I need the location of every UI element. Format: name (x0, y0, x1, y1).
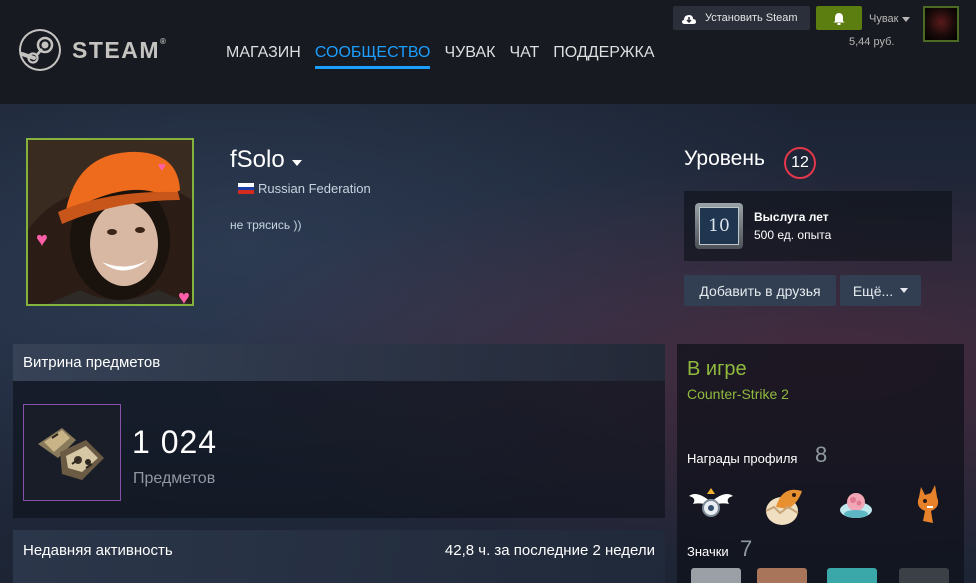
badges-count[interactable]: 7 (740, 536, 752, 562)
badge-thumbnail[interactable] (691, 568, 741, 583)
recent-activity-hours: 42,8 ч. за последние 2 недели (444, 542, 655, 559)
years-value: 10 (699, 207, 739, 245)
persona-name: fSolo (230, 146, 285, 173)
years-of-service-icon: 10 (695, 203, 743, 249)
install-steam-label: Установить Steam (705, 12, 798, 24)
featured-badge[interactable]: 10 Выслуга лет 500 ед. опыта (684, 191, 952, 261)
heart-icon: ♥ (158, 159, 166, 174)
current-game[interactable]: Counter-Strike 2 (687, 386, 789, 402)
download-icon (682, 15, 696, 24)
russia-flag-icon (238, 183, 254, 195)
profile-avatar: ♥ ♥ ♥ (26, 138, 194, 306)
nav-chat[interactable]: ЧАТ (509, 44, 539, 69)
award-brain-jar-icon[interactable] (832, 480, 880, 528)
badge-thumbnail[interactable] (827, 568, 877, 583)
recent-activity-title: Недавняя активность (23, 542, 173, 559)
profile-location: Russian Federation (238, 181, 371, 196)
heart-icon: ♥ (178, 287, 190, 306)
persona-name-menu[interactable]: fSolo (230, 146, 302, 174)
heart-icon: ♥ (36, 229, 48, 251)
logo-text: STEAM® (72, 36, 168, 63)
item-count[interactable]: 1 024 (132, 424, 217, 461)
profile-sidebar: В игре Counter-Strike 2 Награды профиля … (677, 344, 964, 583)
award-fox-icon[interactable] (903, 480, 951, 528)
item-showcase: Витрина предметов 1 024 Предметов (13, 344, 665, 518)
item-count-label: Предметов (133, 470, 216, 487)
badges-label[interactable]: Значки (687, 544, 729, 559)
recent-activity-header: Недавняя активность 42,8 ч. за последние… (13, 530, 665, 583)
global-header: STEAM® МАГАЗИН СООБЩЕСТВО ЧУВАК ЧАТ ПОДД… (0, 0, 976, 104)
awards-label[interactable]: Награды профиля (687, 451, 797, 466)
badge-thumbnail[interactable] (899, 568, 949, 583)
award-dragon-egg-icon[interactable] (761, 480, 809, 528)
showcase-title: Витрина предметов (13, 344, 665, 381)
badge-name: Выслуга лет (754, 210, 829, 224)
main-nav: МАГАЗИН СООБЩЕСТВО ЧУВАК ЧАТ ПОДДЕРЖКА (226, 44, 669, 69)
showcase-item[interactable] (23, 404, 121, 501)
profile-summary: не трясись )) (230, 218, 302, 232)
chevron-down-icon (902, 16, 911, 22)
header-avatar[interactable] (923, 6, 959, 42)
awards-count[interactable]: 8 (815, 442, 827, 468)
add-friend-button[interactable]: Добавить в друзья (684, 275, 836, 306)
chevron-down-icon (900, 288, 909, 293)
award-winged-medal-icon[interactable] (687, 480, 735, 528)
more-label: Ещё... (852, 282, 894, 299)
account-name: Чувак (869, 13, 899, 25)
bell-icon (833, 12, 845, 25)
nav-store[interactable]: МАГАЗИН (226, 44, 301, 69)
avatar-image (28, 140, 192, 304)
steam-logo[interactable]: STEAM® (18, 28, 167, 72)
account-menu[interactable]: Чувак (869, 13, 911, 25)
chevron-down-icon (291, 160, 302, 166)
nav-profile[interactable]: ЧУВАК (444, 44, 495, 69)
badge-thumbnail[interactable] (757, 568, 807, 583)
badge-xp: 500 ед. опыта (754, 228, 832, 242)
online-status: В игре (687, 358, 747, 380)
level-label: Уровень (684, 147, 765, 170)
gloves-icon (38, 427, 104, 480)
country-name: Russian Federation (258, 181, 371, 196)
more-button[interactable]: Ещё... (840, 275, 921, 306)
wallet-balance: 5,44 руб. (849, 36, 895, 48)
level-badge[interactable]: 12 (784, 147, 816, 179)
notifications-button[interactable] (816, 6, 862, 30)
install-steam-button[interactable]: Установить Steam (673, 6, 810, 30)
nav-community[interactable]: СООБЩЕСТВО (314, 44, 431, 69)
steam-logo-icon (19, 29, 61, 71)
nav-support[interactable]: ПОДДЕРЖКА (553, 44, 654, 69)
